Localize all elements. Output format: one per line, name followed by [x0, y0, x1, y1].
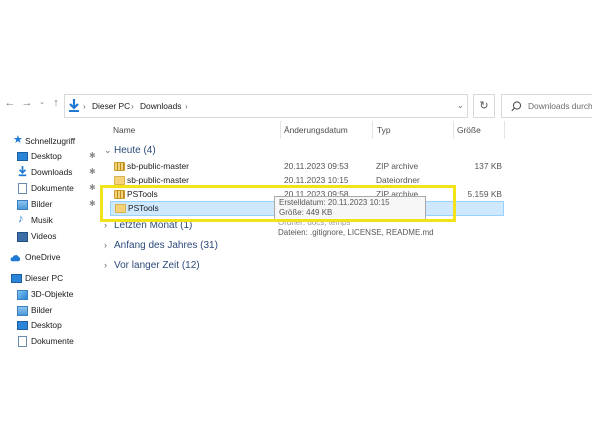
document-icon: [18, 183, 27, 194]
column-divider[interactable]: [280, 121, 281, 139]
column-divider[interactable]: [453, 121, 454, 139]
download-icon: [18, 166, 27, 177]
cloud-icon: [10, 255, 21, 262]
desktop-icon: [17, 152, 28, 161]
column-header-date[interactable]: Änderungsdatum: [284, 125, 348, 135]
sidebar-item-label: 3D-Objekte: [31, 289, 74, 299]
document-icon: [18, 336, 27, 347]
column-header-type[interactable]: Typ: [377, 125, 391, 135]
forward-button[interactable]: →: [20, 95, 34, 111]
column-header-name[interactable]: Name: [113, 125, 135, 135]
sidebar-item-pc-documents[interactable]: Dokumente: [0, 334, 100, 350]
chevron-right-icon: ›: [104, 260, 107, 270]
pin-icon[interactable]: ✱: [89, 183, 96, 192]
column-header-size[interactable]: Größe: [457, 125, 481, 135]
file-size: 137 KB: [474, 161, 502, 171]
sidebar-item-this-pc[interactable]: Dieser PC: [0, 271, 100, 287]
column-divider[interactable]: [372, 121, 373, 139]
sidebar-item-label: Schnellzugriff: [25, 136, 76, 146]
pin-icon[interactable]: ✱: [89, 151, 96, 160]
file-name: sb-public-master: [127, 175, 189, 185]
sidebar-item-onedrive[interactable]: OneDrive: [0, 250, 100, 266]
computer-icon: [11, 274, 22, 283]
sidebar-item-label: Dokumente: [31, 336, 74, 346]
recent-locations-icon[interactable]: ⌄: [35, 95, 49, 111]
file-name: sb-public-master: [127, 161, 189, 171]
table-row[interactable]: sb-public-master 20.11.2023 09:53 ZIP ar…: [110, 160, 504, 174]
sidebar-item-pc-desktop[interactable]: Desktop: [0, 318, 100, 334]
back-button[interactable]: ←: [3, 95, 17, 111]
download-icon: [69, 99, 79, 112]
file-type: ZIP archive: [376, 161, 419, 171]
tooltip-files: Dateien: .gitignore, LICENSE, README.md: [278, 228, 434, 237]
sidebar-item-label: OneDrive: [25, 252, 61, 262]
breadcrumb-separator-icon: ›: [83, 101, 86, 111]
pin-icon[interactable]: ✱: [89, 199, 96, 208]
group-header-long-ago[interactable]: › Vor langer Zeit (12): [104, 260, 200, 271]
annotation-highlight-box: [100, 185, 456, 222]
sidebar-item-label: Dieser PC: [25, 273, 64, 283]
sidebar-item-videos[interactable]: Videos: [0, 229, 100, 245]
breadcrumb-separator-icon: ›: [185, 101, 188, 111]
sidebar-item-downloads[interactable]: Downloads ✱: [0, 165, 100, 181]
address-bar[interactable]: › Dieser PC › Downloads › ⌄: [64, 94, 468, 118]
column-divider[interactable]: [504, 121, 505, 139]
search-icon: [511, 101, 522, 112]
zip-folder-icon: [114, 162, 125, 171]
chevron-right-icon: ›: [104, 240, 107, 250]
sidebar-item-pc-pictures[interactable]: Bilder: [0, 303, 100, 319]
breadcrumb-downloads[interactable]: Downloads: [140, 101, 181, 111]
sidebar-item-label: Bilder: [31, 305, 53, 315]
breadcrumb-separator-icon: ›: [131, 101, 134, 111]
sidebar-item-3d-objects[interactable]: 3D-Objekte: [0, 287, 100, 303]
sidebar-item-label: Downloads: [31, 167, 73, 177]
group-label: Vor langer Zeit (12): [114, 260, 200, 271]
group-label: Anfang des Jahres (31): [114, 240, 218, 251]
refresh-button[interactable]: ↻: [473, 94, 495, 118]
breadcrumb-this-pc[interactable]: Dieser PC: [92, 101, 130, 111]
sidebar-item-quick-access[interactable]: ★ Schnellzugriff: [0, 134, 100, 150]
folder-icon: [114, 176, 125, 185]
file-date: 20.11.2023 10:15: [284, 175, 349, 185]
search-placeholder: Downloads durchsuchen: [528, 101, 592, 111]
pictures-icon: [17, 306, 28, 316]
file-date: 20.11.2023 09:53: [284, 161, 349, 171]
pin-icon[interactable]: ✱: [89, 167, 96, 176]
sidebar-item-documents[interactable]: Dokumente ✱: [0, 181, 100, 197]
search-input[interactable]: Downloads durchsuchen: [501, 94, 592, 118]
sidebar-item-label: Videos: [31, 231, 57, 241]
sidebar-item-label: Dokumente: [31, 183, 74, 193]
sidebar-item-pictures[interactable]: Bilder ✱: [0, 197, 100, 213]
chevron-down-icon: ⌄: [104, 145, 112, 155]
sidebar-item-label: Musik: [31, 215, 53, 225]
group-header-year-start[interactable]: › Anfang des Jahres (31): [104, 240, 218, 251]
up-button[interactable]: ↑: [49, 95, 63, 111]
group-label: Heute (4): [114, 145, 156, 156]
music-icon: ♪: [18, 213, 24, 225]
sidebar-item-label: Bilder: [31, 199, 53, 209]
file-size: 5.159 KB: [467, 189, 502, 199]
file-type: Dateiordner: [376, 175, 420, 185]
sidebar-item-desktop[interactable]: Desktop ✱: [0, 149, 100, 165]
desktop-icon: [17, 321, 28, 330]
pictures-icon: [17, 200, 28, 210]
star-icon: ★: [13, 134, 23, 146]
sidebar-item-music[interactable]: ♪ Musik: [0, 213, 100, 229]
sidebar-item-label: Desktop: [31, 151, 62, 161]
3d-objects-icon: [17, 290, 28, 300]
group-header-today[interactable]: ⌄ Heute (4): [104, 145, 156, 156]
address-dropdown-icon[interactable]: ⌄: [457, 101, 464, 110]
sidebar-item-label: Desktop: [31, 320, 62, 330]
video-icon: [17, 232, 28, 242]
